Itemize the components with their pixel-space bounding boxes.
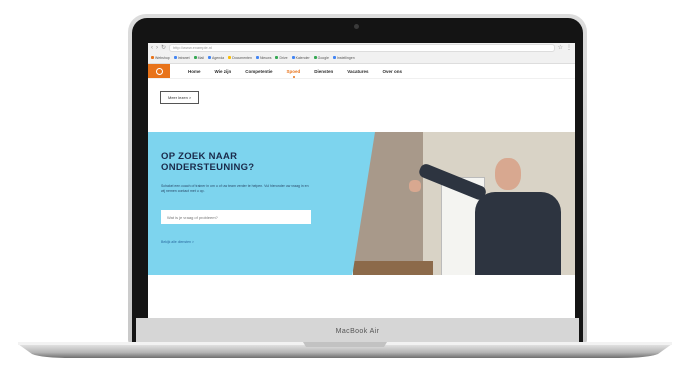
bookmark-item[interactable]: Nieuws <box>255 55 272 60</box>
logo-icon <box>155 67 163 75</box>
bookmark-item[interactable]: Webshop <box>151 56 170 60</box>
photo-presenter-body <box>475 192 561 275</box>
photo-table <box>353 261 433 275</box>
nav-item-diensten[interactable]: Diensten <box>314 69 333 74</box>
nav-item-over-ons[interactable]: Over ons <box>383 69 403 74</box>
bookmark-label: Mail <box>197 55 205 60</box>
reload-icon[interactable]: ↻ <box>161 45 166 51</box>
bookmark-label: Intranet <box>177 55 190 60</box>
site-header: Home Wie zijn Competentie Spoed Diensten… <box>148 64 575 79</box>
menu-icon[interactable]: ⋮ <box>566 45 572 51</box>
bookmark-item[interactable]: Documenten <box>228 56 252 60</box>
nav-item-home[interactable]: Home <box>188 69 201 74</box>
site-logo[interactable] <box>148 64 170 78</box>
nav-item-wie-zijn[interactable]: Wie zijn <box>215 69 232 74</box>
bookmark-label: Kalender <box>295 55 310 60</box>
main-nav: Home Wie zijn Competentie Spoed Diensten… <box>188 69 403 78</box>
browser-chrome: ‹ › ↻ http://www.example.nl ☆ ⋮ Webshop … <box>148 43 575 64</box>
question-input[interactable] <box>161 210 311 224</box>
bookmark-label: Nieuws <box>259 55 272 60</box>
more-button[interactable]: Meer lezen > <box>160 91 200 104</box>
bookmark-item[interactable]: Agenda <box>208 56 224 60</box>
bookmark-label: Webshop <box>155 55 170 60</box>
camera-icon <box>354 24 359 29</box>
bookmark-label: Documenten <box>232 55 252 60</box>
bookmark-item[interactable]: Google <box>313 55 329 60</box>
hero-section: OP ZOEK NAAR ONDERSTEUNING? Schakel een … <box>148 132 575 275</box>
bookmark-item[interactable]: Kalender <box>291 55 310 60</box>
screen: ‹ › ↻ http://www.example.nl ☆ ⋮ Webshop … <box>148 43 575 322</box>
bookmark-item[interactable]: Drive <box>275 55 288 60</box>
screen-bezel: ‹ › ↻ http://www.example.nl ☆ ⋮ Webshop … <box>132 18 583 344</box>
nav-item-vacatures[interactable]: Vacatures <box>347 69 368 74</box>
device-brand: MacBook Air <box>335 327 380 335</box>
hero-link[interactable]: Bekijk alle diensten > <box>161 240 194 244</box>
photo-presenter-head <box>495 158 521 190</box>
bookmark-label: Google <box>317 55 329 60</box>
bookmarks-bar: Webshop Intranet Mail Agenda Documenten … <box>148 53 575 62</box>
forward-icon[interactable]: › <box>156 45 158 51</box>
hero-text: Schakel een coach of trainer in om u of … <box>161 184 309 193</box>
bookmark-item[interactable]: Mail <box>193 55 205 60</box>
hero-title: OP ZOEK NAAR ONDERSTEUNING? <box>161 151 255 173</box>
bookmark-label: Instellingen <box>336 55 355 60</box>
address-bar-row: ‹ › ↻ http://www.example.nl ☆ ⋮ <box>148 43 575 53</box>
laptop-lid: ‹ › ↻ http://www.example.nl ☆ ⋮ Webshop … <box>128 14 587 344</box>
bookmark-label: Drive <box>279 55 288 60</box>
laptop-base <box>18 342 672 358</box>
address-input[interactable]: http://www.example.nl <box>169 44 555 52</box>
star-icon[interactable]: ☆ <box>558 45 563 51</box>
bookmark-item[interactable]: Intranet <box>173 55 190 60</box>
hero-photo <box>353 132 575 275</box>
nav-item-competentie[interactable]: Competentie <box>245 69 272 74</box>
bookmark-label: Agenda <box>212 55 225 60</box>
bookmark-item[interactable]: Instellingen <box>332 55 355 60</box>
back-icon[interactable]: ‹ <box>151 45 153 51</box>
photo-presenter-hand <box>409 180 421 192</box>
nav-item-spoed[interactable]: Spoed <box>287 69 300 78</box>
